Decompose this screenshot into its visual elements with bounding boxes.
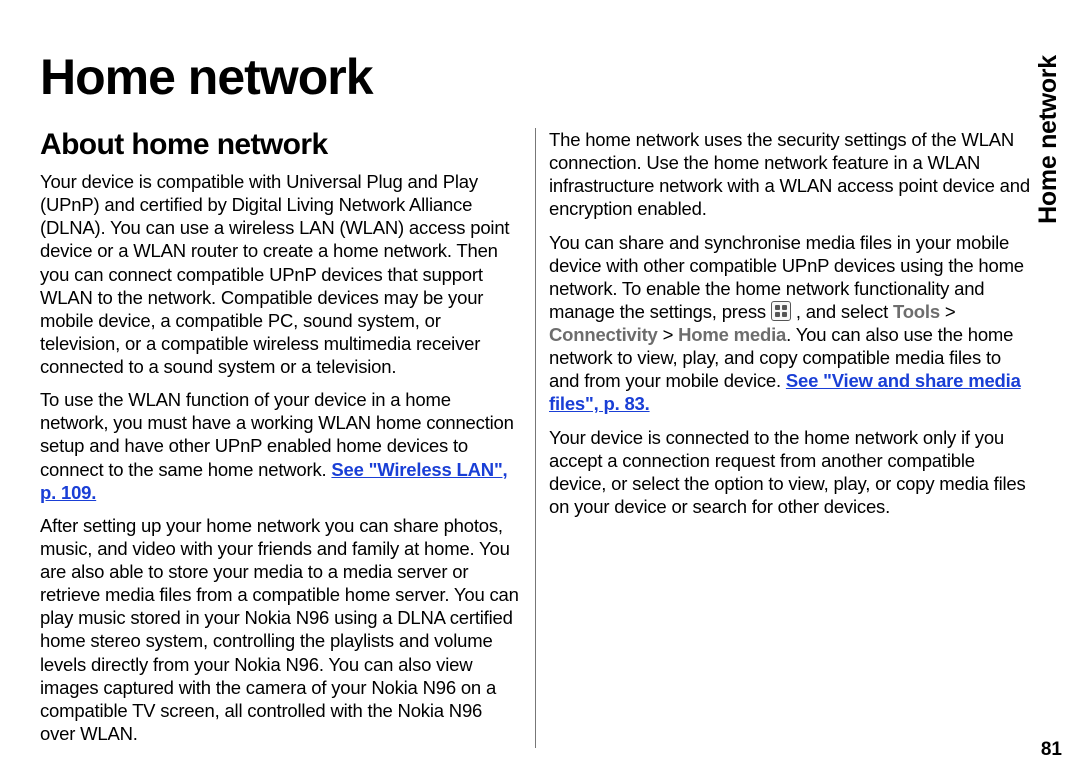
- body-paragraph: Your device is connected to the home net…: [549, 426, 1030, 519]
- body-paragraph: The home network uses the security setti…: [549, 128, 1030, 221]
- page-content: Home network About home network Your dev…: [40, 48, 1030, 748]
- path-separator: >: [945, 301, 956, 322]
- ui-path-item: Connectivity: [549, 324, 658, 345]
- body-paragraph: After setting up your home network you c…: [40, 514, 521, 745]
- path-separator: >: [663, 324, 674, 345]
- body-paragraph: You can share and synchronise media file…: [549, 231, 1030, 416]
- section-heading: About home network: [40, 128, 521, 162]
- ui-path-item: Home media: [678, 324, 786, 345]
- menu-key-icon: [771, 301, 791, 321]
- page-number: 81: [1041, 739, 1062, 761]
- page-title: Home network: [40, 48, 1030, 106]
- section-tab: Home network: [1024, 24, 1072, 254]
- body-text: , and select: [791, 301, 893, 322]
- section-tab-label: Home network: [1034, 55, 1063, 224]
- body-paragraph: To use the WLAN function of your device …: [40, 388, 521, 504]
- body-paragraph: Your device is compatible with Universal…: [40, 170, 521, 378]
- manual-page: Home network 81 Home network About home …: [0, 0, 1080, 779]
- ui-path-item: Tools: [893, 301, 940, 322]
- text-columns: About home network Your device is compat…: [40, 128, 1030, 748]
